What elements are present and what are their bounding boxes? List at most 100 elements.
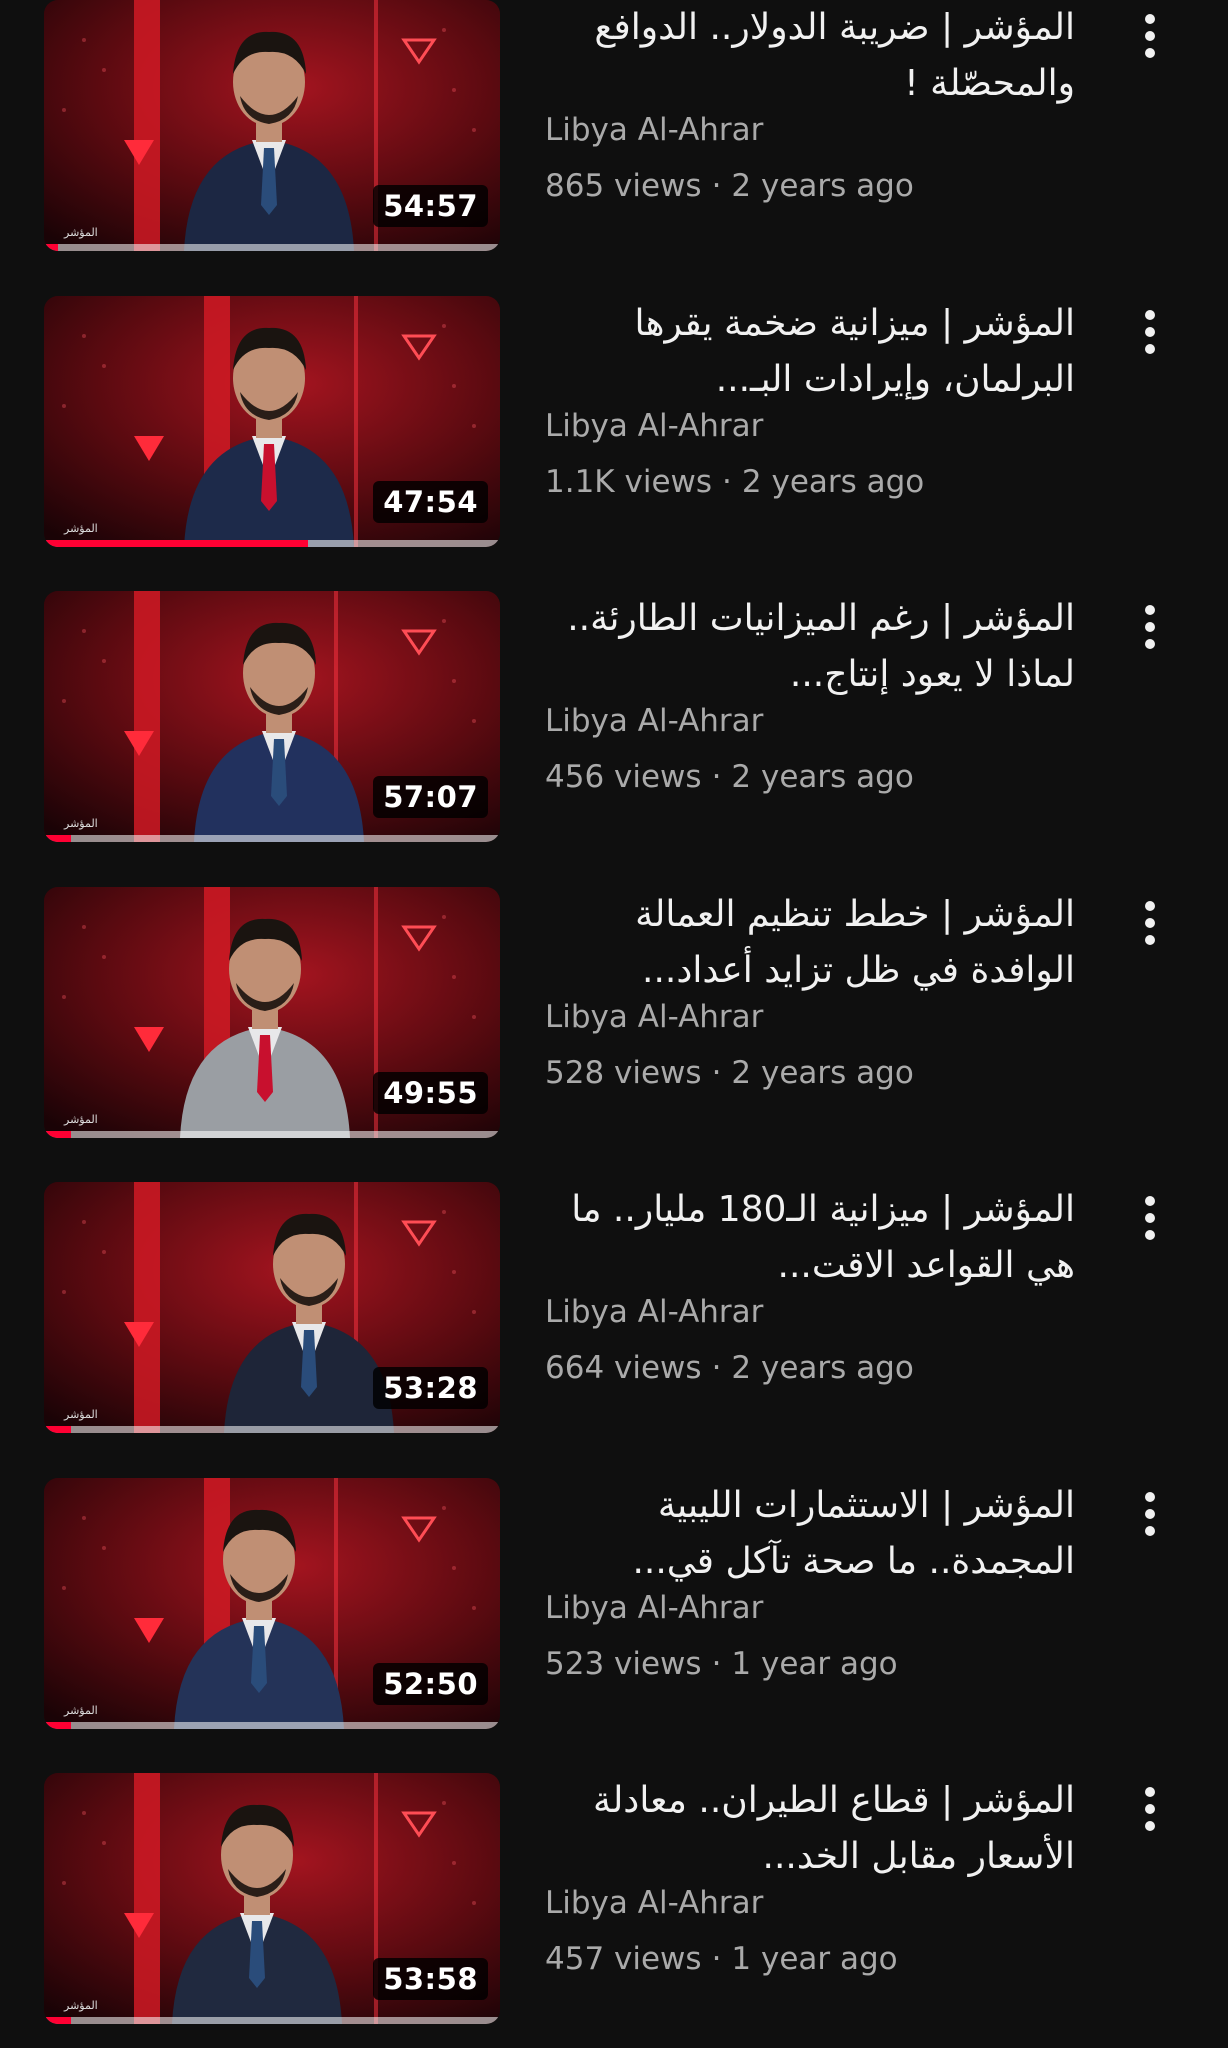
svg-text:المؤشر: المؤشر [63,1704,98,1717]
video-thumbnail[interactable]: المؤشر 47:54 [44,296,500,547]
svg-text:المؤشر: المؤشر [63,817,98,830]
svg-text:المؤشر: المؤشر [63,522,98,535]
video-thumbnail[interactable]: المؤشر 54:57 [44,0,500,251]
more-vert-icon[interactable] [1128,595,1172,659]
video-metadata: 1.1K views · 2 years ago [545,464,924,500]
meta-separator: · [711,1055,722,1091]
menu-dot [1145,1509,1155,1519]
video-title[interactable]: المؤشر | خطط تنظيم العمالة الوافدة في ظل… [545,887,1075,999]
video-metadata: 865 views · 2 years ago [545,168,914,204]
meta-separator: · [711,168,722,204]
menu-dot [1145,901,1155,911]
video-duration-badge: 47:54 [373,481,488,523]
menu-dot [1145,1492,1155,1502]
video-item[interactable]: المؤشر 53:58 المؤشر | قطاع الطيران.. معادل… [0,1773,1228,2033]
menu-dot [1145,918,1155,928]
watch-progress-bar [44,1426,500,1433]
video-duration-badge: 52:50 [373,1663,488,1705]
menu-dot [1145,327,1155,337]
video-metadata: 457 views · 1 year ago [545,1941,898,1977]
video-item[interactable]: المؤشر 54:57 المؤشر | ضريبة الدولار.. الدو… [0,0,1228,260]
view-count: 456 views [545,759,702,795]
video-title-container: المؤشر | قطاع الطيران.. معادلة الأسعار م… [545,1773,1075,1885]
watch-progress-bar [44,2017,500,2024]
upload-age: 2 years ago [731,1350,914,1386]
watch-progress-bar [44,244,500,251]
video-thumbnail[interactable]: المؤشر 57:07 [44,591,500,842]
menu-dot [1145,622,1155,632]
view-count: 1.1K views [545,464,713,500]
video-title[interactable]: المؤشر | ميزانية ضخمة يقرها البرلمان، وإ… [545,296,1075,408]
video-duration-badge: 54:57 [373,185,488,227]
video-title[interactable]: المؤشر | قطاع الطيران.. معادلة الأسعار م… [545,1773,1075,1885]
view-count: 528 views [545,1055,702,1091]
menu-dot [1145,1821,1155,1831]
channel-name[interactable]: Libya Al-Ahrar [545,1885,763,1921]
video-item[interactable]: المؤشر 47:54 المؤشر | ميزانية ضخمة يقرها ا… [0,296,1228,556]
video-thumbnail[interactable]: المؤشر 49:55 [44,887,500,1138]
video-title[interactable]: المؤشر | ميزانية الـ180 مليار.. ما هي ال… [545,1182,1075,1294]
meta-separator: · [711,759,722,795]
video-item[interactable]: المؤشر 52:50 المؤشر | الاستثمارات الليبية … [0,1478,1228,1738]
video-list: المؤشر 54:57 المؤشر | ضريبة الدولار.. الدو… [0,0,1228,2048]
menu-dot [1145,310,1155,320]
video-title[interactable]: المؤشر | ضريبة الدولار.. الدوافع والمحصّ… [545,0,1075,112]
watch-progress-bar [44,540,500,547]
svg-text:المؤشر: المؤشر [63,1113,98,1126]
video-title-container: المؤشر | الاستثمارات الليبية المجمدة.. م… [545,1478,1075,1590]
video-title[interactable]: المؤشر | رغم الميزانيات الطارئة.. لماذا … [545,591,1075,703]
menu-dot [1145,935,1155,945]
video-item[interactable]: المؤشر 49:55 المؤشر | خطط تنظيم العمالة ال… [0,887,1228,1147]
view-count: 865 views [545,168,702,204]
more-vert-icon[interactable] [1128,1482,1172,1546]
video-metadata: 456 views · 2 years ago [545,759,914,795]
upload-age: 2 years ago [741,464,925,500]
upload-age: 2 years ago [731,759,914,795]
more-vert-icon[interactable] [1128,891,1172,955]
video-metadata: 664 views · 2 years ago [545,1350,914,1386]
video-thumbnail[interactable]: المؤشر 53:58 [44,1773,500,2024]
channel-name[interactable]: Libya Al-Ahrar [545,703,763,739]
menu-dot [1145,344,1155,354]
channel-name[interactable]: Libya Al-Ahrar [545,1590,763,1626]
channel-name[interactable]: Libya Al-Ahrar [545,999,763,1035]
more-vert-icon[interactable] [1128,1777,1172,1841]
watch-progress-bar [44,1722,500,1729]
video-title-container: المؤشر | ميزانية ضخمة يقرها البرلمان، وإ… [545,296,1075,408]
watch-progress-fill [44,1722,72,1729]
channel-name[interactable]: Libya Al-Ahrar [545,112,763,148]
channel-name[interactable]: Libya Al-Ahrar [545,1294,763,1330]
video-thumbnail[interactable]: المؤشر 53:28 [44,1182,500,1433]
watch-progress-fill [44,244,58,251]
menu-dot [1145,1213,1155,1223]
meta-separator: · [722,464,732,500]
video-metadata: 528 views · 2 years ago [545,1055,914,1091]
video-title-container: المؤشر | خطط تنظيم العمالة الوافدة في ظل… [545,887,1075,999]
video-title[interactable]: المؤشر | الاستثمارات الليبية المجمدة.. م… [545,1478,1075,1590]
video-title-container: المؤشر | ميزانية الـ180 مليار.. ما هي ال… [545,1182,1075,1294]
video-duration-badge: 57:07 [373,776,488,818]
video-item[interactable]: المؤشر 57:07 المؤشر | رغم الميزانيات الطار… [0,591,1228,851]
upload-age: 1 year ago [731,1941,898,1977]
channel-name[interactable]: Libya Al-Ahrar [545,408,763,444]
more-vert-icon[interactable] [1128,1186,1172,1250]
menu-dot [1145,31,1155,41]
svg-text:المؤشر: المؤشر [63,1408,98,1421]
meta-separator: · [711,1350,722,1386]
watch-progress-fill [44,1131,72,1138]
video-duration-badge: 53:28 [373,1367,488,1409]
watch-progress-bar [44,835,500,842]
view-count: 664 views [545,1350,702,1386]
watch-progress-fill [44,1426,72,1433]
video-item[interactable]: المؤشر 53:28 المؤشر | ميزانية الـ180 مليار… [0,1182,1228,1442]
more-vert-icon[interactable] [1128,4,1172,68]
menu-dot [1145,14,1155,24]
watch-progress-fill [44,835,72,842]
video-thumbnail[interactable]: المؤشر 52:50 [44,1478,500,1729]
more-vert-icon[interactable] [1128,300,1172,364]
view-count: 523 views [545,1646,702,1682]
svg-text:المؤشر: المؤشر [63,226,98,239]
meta-separator: · [711,1646,722,1682]
video-title-container: المؤشر | ضريبة الدولار.. الدوافع والمحصّ… [545,0,1075,112]
upload-age: 2 years ago [731,168,914,204]
